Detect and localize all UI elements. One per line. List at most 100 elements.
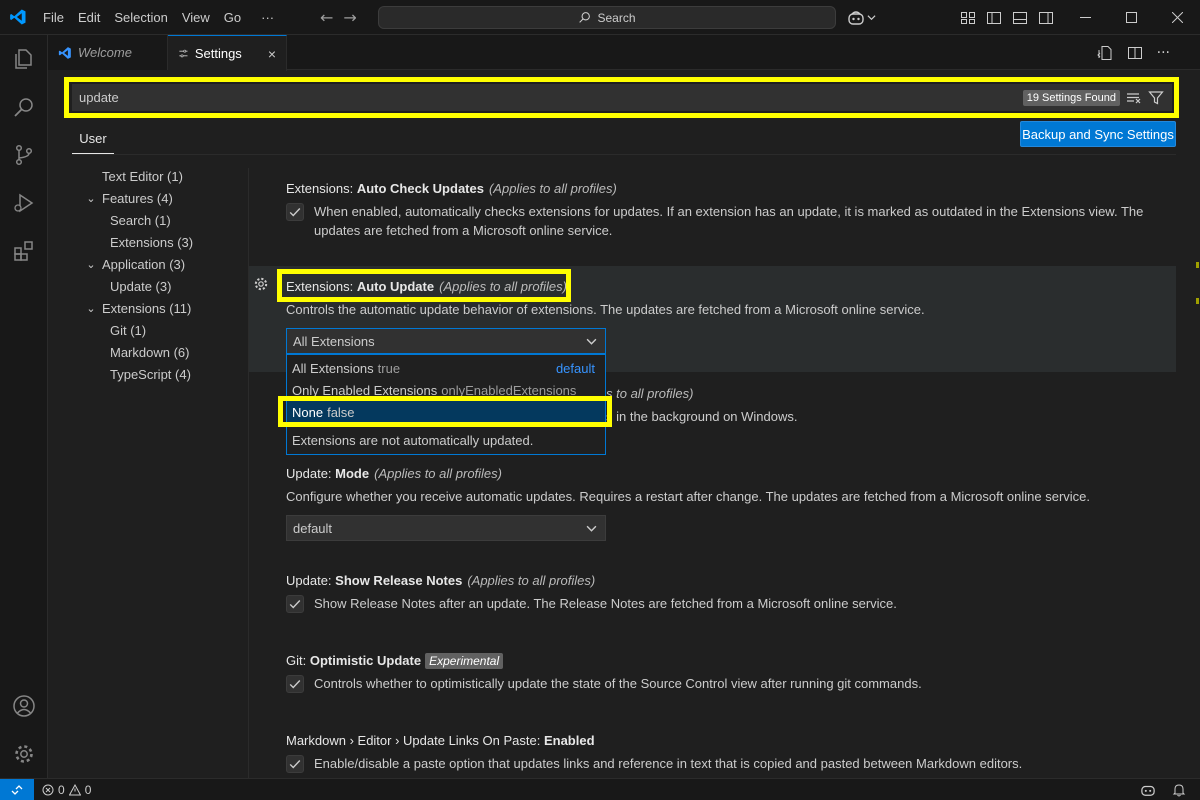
setting-description: Controls the automatic update behavior o…	[286, 302, 925, 317]
error-count: 0	[58, 782, 65, 797]
toc-item-extensions-features[interactable]: Extensions (3)	[72, 232, 248, 254]
toggle-panel-icon[interactable]	[1012, 10, 1028, 26]
setting-description: Show Release Notes after an update. The …	[314, 596, 897, 611]
toc-item-markdown[interactable]: Markdown (6)	[72, 342, 248, 364]
dropdown-option-all-extensions[interactable]: All Extensions true default	[287, 357, 605, 379]
window-controls	[1062, 0, 1200, 35]
warning-icon	[68, 783, 81, 795]
toc-item-typescript[interactable]: TypeScript (4)	[72, 364, 248, 386]
menu-more[interactable]: ···	[254, 0, 281, 35]
copilot-icon	[848, 10, 864, 25]
manage-gear-icon[interactable]	[0, 730, 48, 778]
copilot-menu-button[interactable]	[847, 0, 876, 35]
split-editor-icon[interactable]	[1127, 45, 1143, 61]
setting-title-git-optimistic-update: Git: Optimistic Update Experimental	[286, 653, 504, 669]
update-mode-select[interactable]: default	[286, 515, 606, 541]
back-arrow-icon[interactable]: ←	[320, 8, 333, 27]
tab-label: Settings	[194, 46, 242, 61]
status-bar: 0 0	[0, 778, 1200, 800]
search-icon	[579, 12, 591, 23]
show-release-notes-checkbox[interactable]	[286, 595, 304, 613]
chevron-down-icon: ⌄	[86, 193, 96, 205]
status-right	[1140, 779, 1186, 800]
toc-item-update[interactable]: Update (3)	[72, 276, 248, 298]
setting-gear-icon[interactable]	[253, 276, 269, 296]
scrollbar-marker	[1196, 298, 1199, 304]
hidden-setting-description: s in the background on Windows.	[606, 409, 798, 424]
setting-description: Enable/disable a paste option that updat…	[314, 756, 1023, 771]
auto-update-select[interactable]: All Extensions	[286, 328, 606, 354]
scope-tab-user[interactable]: User	[72, 124, 114, 154]
command-center[interactable]: Search	[378, 6, 836, 29]
activity-bar	[0, 35, 48, 778]
toc-item-text-editor[interactable]: Text Editor (1)	[72, 166, 248, 188]
setting-description: Configure whether you receive automatic …	[286, 489, 1091, 504]
menu-file[interactable]: File	[36, 0, 71, 35]
toc-item-git[interactable]: Git (1)	[72, 320, 248, 342]
chevron-down-icon	[586, 338, 597, 345]
maximize-icon[interactable]	[1108, 0, 1154, 35]
notifications-bell-icon[interactable]	[1172, 783, 1186, 797]
menu-edit[interactable]: Edit	[71, 0, 107, 35]
title-bar: File Edit Selection View Go ··· ← → Sear…	[0, 0, 1200, 35]
toggle-secondary-sidebar-icon[interactable]	[1038, 10, 1054, 26]
experimental-badge: Experimental	[425, 653, 504, 669]
git-optimistic-update-checkbox[interactable]	[286, 675, 304, 693]
toggle-primary-sidebar-icon[interactable]	[986, 10, 1002, 26]
search-view-icon[interactable]	[0, 83, 48, 131]
backup-sync-button[interactable]: Backup and Sync Settings	[1020, 121, 1176, 147]
toc-item-application[interactable]: ⌄ Application (3)	[72, 254, 248, 276]
customize-layout-icon[interactable]	[960, 10, 976, 26]
auto-check-updates-checkbox[interactable]	[286, 203, 304, 221]
chevron-down-icon: ⌄	[86, 259, 96, 271]
problems-indicator[interactable]: 0 0	[42, 783, 91, 797]
tab-welcome[interactable]: Welcome	[48, 35, 168, 70]
source-control-icon[interactable]	[0, 131, 48, 179]
remote-indicator-icon[interactable]	[0, 778, 34, 800]
chevron-down-icon: ⌄	[86, 303, 96, 315]
markdown-update-links-checkbox[interactable]	[286, 755, 304, 773]
none-option-highlight-box	[278, 396, 612, 427]
copilot-status-icon[interactable]	[1140, 783, 1156, 797]
setting-markdown-update-links: Enable/disable a paste option that updat…	[286, 754, 1156, 773]
forward-arrow-icon[interactable]: →	[343, 8, 356, 27]
select-value: All Extensions	[293, 333, 375, 349]
setting-title-markdown-update-links: Markdown › Editor › Update Links On Past…	[286, 733, 595, 748]
scrollbar-marker	[1196, 262, 1199, 268]
menu-view[interactable]: View	[175, 0, 217, 35]
tab-settings[interactable]: Settings ×	[168, 35, 287, 71]
scope-divider	[72, 154, 1176, 155]
menu-selection[interactable]: Selection	[107, 0, 174, 35]
warning-count: 0	[84, 782, 92, 797]
menu-go[interactable]: Go	[217, 0, 248, 35]
editor-actions: ···	[1096, 35, 1170, 70]
select-value: default	[293, 520, 333, 536]
minimize-icon[interactable]	[1062, 0, 1108, 35]
hidden-setting-scope: s to all profiles)	[606, 386, 694, 401]
settings-toc: Text Editor (1) ⌄ Features (4) Search (1)…	[72, 166, 248, 386]
setting-title-auto-check-updates: Extensions: Auto Check Updates (Applies t…	[286, 181, 617, 196]
explorer-icon[interactable]	[0, 35, 48, 83]
more-actions-icon[interactable]: ···	[1157, 45, 1170, 61]
close-icon[interactable]: ×	[268, 46, 276, 62]
layout-controls	[960, 0, 1054, 35]
close-window-icon[interactable]	[1154, 0, 1200, 35]
extensions-icon[interactable]	[0, 227, 48, 275]
open-settings-json-icon[interactable]	[1096, 45, 1113, 61]
toc-item-search[interactable]: Search (1)	[72, 210, 248, 232]
editor-tab-bar: Welcome Settings × ···	[48, 35, 1200, 71]
chevron-down-icon	[586, 525, 597, 532]
dropdown-option-description: Extensions are not automatically updated…	[292, 433, 534, 448]
title-highlight-box	[277, 269, 571, 302]
setting-title-show-release-notes: Update: Show Release Notes (Applies to al…	[286, 573, 596, 588]
vscode-tab-icon	[58, 46, 71, 59]
setting-git-optimistic-update: Controls whether to optimistically updat…	[286, 674, 1156, 693]
menu-bar: File Edit Selection View Go ···	[36, 0, 281, 35]
settings-tab-icon	[179, 49, 188, 58]
toc-item-features[interactable]: ⌄ Features (4)	[72, 188, 248, 210]
toc-item-extensions[interactable]: ⌄ Extensions (11)	[72, 298, 248, 320]
setting-title-update-mode: Update: Mode (Applies to all profiles)	[286, 466, 502, 481]
accounts-icon[interactable]	[0, 682, 48, 730]
run-debug-icon[interactable]	[0, 179, 48, 227]
error-icon	[42, 784, 54, 795]
